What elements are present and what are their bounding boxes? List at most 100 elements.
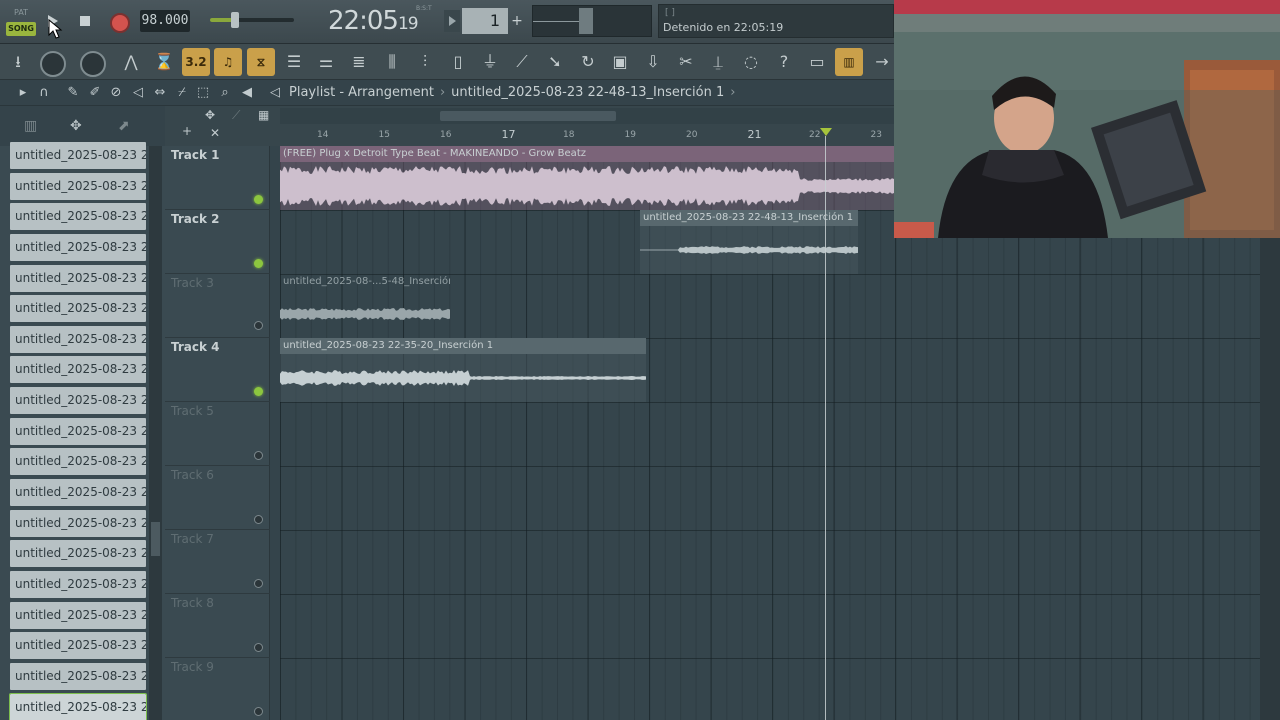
song-position-clock[interactable]: 22:0519 B:S:T: [328, 4, 436, 38]
browser-clip-item[interactable]: untitled_2025-08-23 22...: [10, 356, 146, 384]
browser-clip-item[interactable]: untitled_2025-08-23 22...: [10, 509, 146, 537]
browser-clip-item[interactable]: untitled_2025-08-23 22...: [10, 264, 146, 292]
pattern-number[interactable]: 1: [462, 8, 508, 34]
close-icon[interactable]: ✕: [210, 126, 220, 140]
slice-icon[interactable]: ⌿: [173, 84, 191, 102]
zoom-icon[interactable]: ⌕: [216, 84, 234, 102]
save-icon[interactable]: ▣: [606, 48, 634, 76]
browser-tag-icon[interactable]: ⬈: [118, 118, 130, 134]
track-mute-led[interactable]: [254, 643, 263, 652]
browser-clip-item[interactable]: untitled_2025-08-23 22...: [10, 387, 146, 415]
browser-clip-item[interactable]: untitled_2025-08-23 22...: [10, 417, 146, 445]
track-header[interactable]: Track 9: [165, 658, 270, 720]
audio-clip[interactable]: untitled_2025-08-23 22-35-20_Inserción 1: [280, 338, 646, 402]
piano-plus-icon[interactable]: ♫: [214, 48, 242, 76]
track-mute-led[interactable]: [254, 387, 263, 396]
browser-clip-item[interactable]: untitled_2025-08-23 22...: [10, 203, 146, 231]
track-header[interactable]: Track 6: [165, 466, 270, 530]
browser-tab-icon[interactable]: ▥: [24, 118, 37, 134]
mixer-strip-icon[interactable]: ☰: [280, 48, 308, 76]
tempo-tap-icon[interactable]: ⋀: [117, 48, 145, 76]
paint-icon[interactable]: ✐: [86, 84, 104, 102]
download-icon[interactable]: ⭳: [4, 48, 32, 76]
browser-clip-item[interactable]: untitled_2025-08-23 22...: [10, 325, 146, 353]
blend-notes-icon[interactable]: 3.2: [182, 48, 210, 76]
select-icon[interactable]: ⬚: [194, 84, 212, 102]
track-mute-led[interactable]: [254, 515, 263, 524]
cut-icon[interactable]: ✂: [672, 48, 700, 76]
browser-clip-item[interactable]: untitled_2025-08-23 22...: [10, 142, 146, 169]
browser-clip-item[interactable]: untitled_2025-08-23 22...: [10, 601, 146, 629]
piano-roll-icon[interactable]: ▦: [258, 108, 269, 122]
pencil-icon[interactable]: ✎: [64, 84, 82, 102]
mic-icon[interactable]: ⍊: [704, 48, 732, 76]
audio-clip[interactable]: (FREE) Plug x Detroit Type Beat - MAKINE…: [280, 146, 894, 210]
song-position-marker[interactable]: [820, 128, 832, 136]
chevron-right-icon[interactable]: ›: [730, 85, 735, 100]
browser-clip-item[interactable]: untitled_2025-08-23 22...: [10, 448, 146, 476]
browser-clip-item[interactable]: untitled_2025-08-23 22...: [10, 570, 146, 598]
refresh-icon[interactable]: ↻: [574, 48, 602, 76]
browser-clip-item[interactable]: untitled_2025-08-23 22...: [9, 692, 147, 720]
tempo-display[interactable]: 98.000: [140, 10, 190, 32]
browser-clip-item[interactable]: untitled_2025-08-23 22...: [10, 479, 146, 507]
track-mute-led[interactable]: [254, 195, 263, 204]
knob-icon[interactable]: [37, 48, 66, 77]
track-mute-led[interactable]: [254, 259, 263, 268]
pattern-selector-arrow[interactable]: [444, 10, 460, 32]
stop-button[interactable]: [73, 10, 97, 32]
move-icon[interactable]: ✥: [205, 108, 215, 122]
track-header[interactable]: Track 3: [165, 274, 270, 338]
piano-icon[interactable]: ▥: [835, 48, 863, 76]
speaker-icon[interactable]: ◁: [266, 84, 284, 102]
delete-icon[interactable]: ⊘: [107, 84, 125, 102]
pat-song-toggle[interactable]: PAT SONG: [6, 6, 36, 36]
audio-clip-title[interactable]: untitled_2025-08-23 22-35-20_Inserción 1: [280, 338, 646, 354]
track-mute-led[interactable]: [254, 451, 263, 460]
browser-scrollbar[interactable]: [149, 146, 162, 720]
master-volume-slider[interactable]: [210, 12, 294, 28]
track-header[interactable]: Track 1: [165, 146, 270, 210]
knob-icon[interactable]: [77, 48, 106, 77]
track-header[interactable]: Track 5: [165, 402, 270, 466]
track-mute-led[interactable]: [254, 707, 263, 716]
pointer-arrow-icon[interactable]: ➘: [541, 48, 569, 76]
track-header[interactable]: Track 2: [165, 210, 270, 274]
chat-icon[interactable]: ◌: [737, 48, 765, 76]
browser-clip-item[interactable]: untitled_2025-08-23 22...: [10, 233, 146, 261]
arrow-right-icon[interactable]: →: [868, 48, 896, 76]
channel-rack-icon[interactable]: ⫶: [411, 48, 439, 76]
wand-icon[interactable]: ⟋: [508, 48, 536, 76]
step-seq-icon[interactable]: ⚌: [312, 48, 340, 76]
link-icon[interactable]: ⟋: [232, 108, 240, 123]
track-header[interactable]: Track 4: [165, 338, 270, 402]
playlist-icon[interactable]: ≣: [345, 48, 373, 76]
pattern-add-button[interactable]: +: [508, 10, 526, 32]
help-icon[interactable]: ?: [770, 48, 798, 76]
file-icon[interactable]: ▯: [444, 48, 472, 76]
playlist-pattern[interactable]: untitled_2025-08-23 22-48-13_Inserción 1: [451, 85, 724, 100]
audio-clip-title[interactable]: untitled_2025-08-...5-48_Inserción 1: [280, 274, 450, 290]
slip-icon[interactable]: ⇔: [151, 84, 169, 102]
playback-icon[interactable]: ◀: [238, 84, 256, 102]
browser-clip-item[interactable]: untitled_2025-08-23 22...: [10, 662, 146, 690]
track-mute-led[interactable]: [254, 579, 263, 588]
track-mute-led[interactable]: [254, 321, 263, 330]
add-track-icon[interactable]: +: [182, 124, 192, 138]
browser-clip-item[interactable]: untitled_2025-08-23 22...: [10, 172, 146, 200]
plugin-icon[interactable]: ⏚: [476, 48, 504, 76]
metronome-icon[interactable]: ⌛: [150, 48, 178, 76]
mixer-icon[interactable]: ⫼: [378, 48, 406, 76]
browser-clip-item[interactable]: untitled_2025-08-23 22...: [10, 632, 146, 660]
export-icon[interactable]: ⇩: [639, 48, 667, 76]
arrow-right-icon[interactable]: ▸: [14, 84, 32, 102]
track-header[interactable]: Track 7: [165, 530, 270, 594]
browser-nav-icon[interactable]: ✥: [70, 118, 82, 134]
mute-icon[interactable]: ◁: [129, 84, 147, 102]
browser-scroll-thumb[interactable]: [151, 522, 160, 556]
browser-clip-item[interactable]: untitled_2025-08-23 22...: [10, 295, 146, 323]
browser-clip-item[interactable]: untitled_2025-08-23 22...: [10, 540, 146, 568]
horizontal-scroll-thumb[interactable]: [440, 111, 616, 121]
wait-icon[interactable]: ⧖: [247, 48, 275, 76]
record-button[interactable]: [106, 10, 130, 33]
